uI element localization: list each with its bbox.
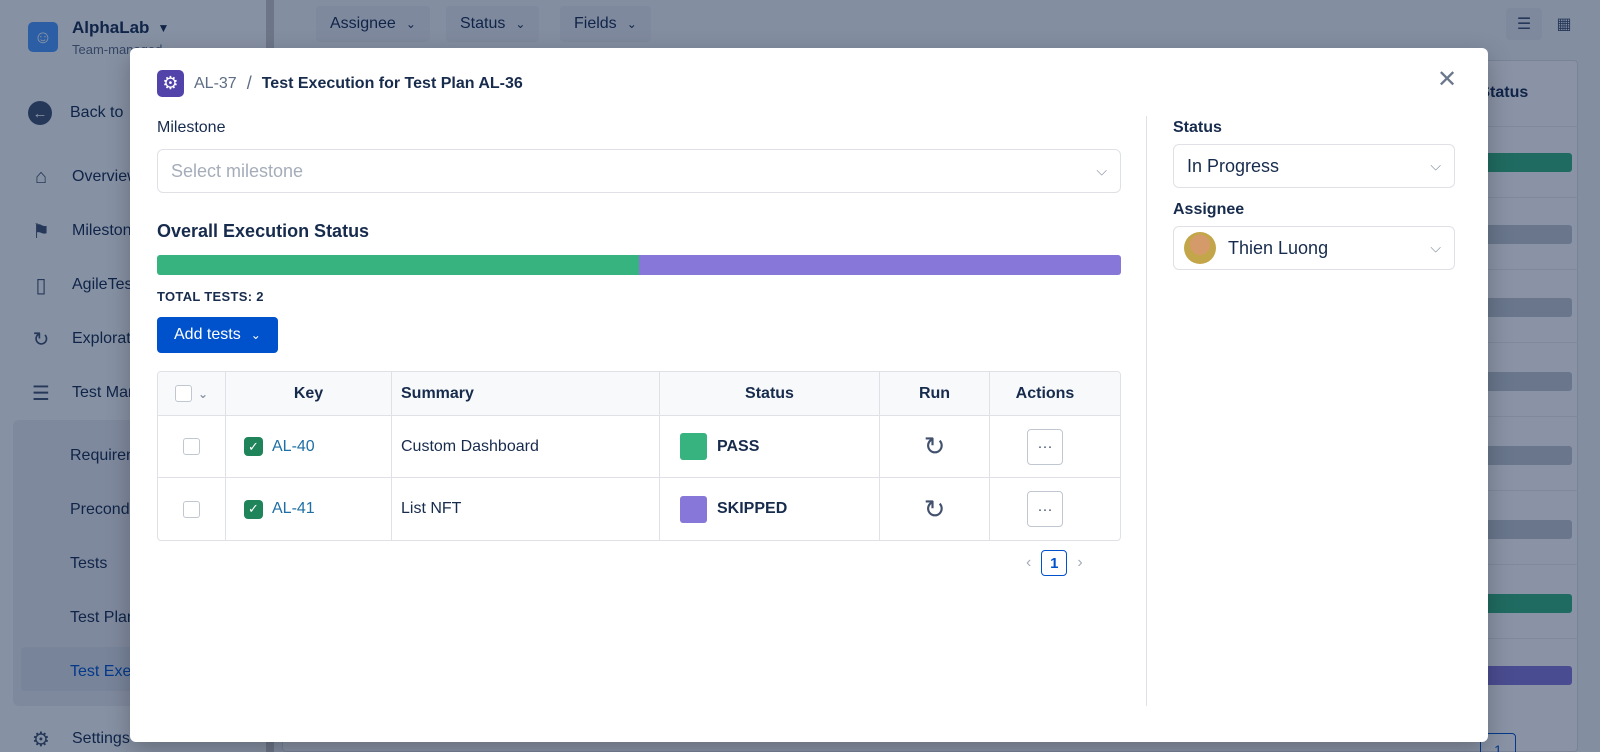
chevron-down-icon: ⌄ [250, 328, 261, 342]
chevron-down-icon: ⌵ [1430, 239, 1441, 256]
breadcrumb-separator: / [246, 73, 252, 93]
parent-issue-key[interactable]: AL-37 [194, 75, 237, 93]
milestone-label: Milestone [157, 119, 226, 136]
chevron-down-icon: ⌵ [1096, 162, 1107, 179]
status-swatch [680, 433, 707, 460]
current-page[interactable]: 1 [1041, 550, 1068, 576]
summary-cell: List NFT [392, 478, 660, 540]
actions-cell: ··· [990, 416, 1100, 477]
column-header-key[interactable]: Key [226, 372, 392, 415]
gear-icon: ⚙ [157, 70, 184, 97]
avatar [1184, 232, 1216, 264]
status-select[interactable]: In Progress ⌵ [1173, 144, 1455, 188]
more-actions-button[interactable]: ··· [1027, 428, 1063, 465]
issue-key-link[interactable]: AL-41 [272, 500, 315, 518]
run-cell: ↻ [880, 478, 990, 540]
add-tests-label: Add tests [174, 326, 241, 343]
execution-progress-bar [157, 255, 1121, 275]
key-cell: ✓ AL-41 [226, 478, 392, 540]
pagination: ‹ 1 › [1026, 550, 1083, 576]
progress-segment-pass [157, 255, 639, 275]
prev-page-icon[interactable]: ‹ [1026, 554, 1031, 572]
progress-segment-skipped [639, 255, 1121, 275]
milestone-select[interactable]: Select milestone ⌵ [157, 149, 1121, 193]
issue-key-link[interactable]: AL-40 [272, 438, 315, 456]
summary-cell: Custom Dashboard [392, 416, 660, 477]
status-cell[interactable]: SKIPPED [660, 478, 880, 540]
close-button[interactable]: ✕ [1434, 65, 1460, 93]
status-text: SKIPPED [717, 500, 788, 517]
add-tests-button[interactable]: Add tests ⌄ [157, 317, 278, 353]
column-header-run: Run [880, 372, 990, 415]
row-checkbox-cell [158, 478, 226, 540]
milestone-placeholder: Select milestone [171, 160, 304, 181]
row-checkbox-cell [158, 416, 226, 477]
column-header-actions: Actions [1015, 384, 1075, 402]
ellipsis-icon: ··· [1037, 438, 1053, 455]
ellipsis-icon: ··· [1037, 500, 1053, 518]
select-all-checkbox[interactable] [174, 385, 192, 402]
chevron-down-icon[interactable]: ⌄ [198, 387, 208, 401]
page-title: Test Execution for Test Plan AL-36 [261, 74, 523, 92]
column-header-summary[interactable]: Summary [392, 372, 660, 415]
chevron-down-icon: ⌵ [1430, 157, 1441, 174]
close-icon: ✕ [1436, 65, 1458, 93]
column-header-status[interactable]: Status [660, 372, 880, 415]
table-header-row: ⌄ Key Summary Status Run Actions [158, 372, 1120, 416]
assignee-label: Assignee [1173, 201, 1245, 218]
actions-cell: ··· [990, 478, 1100, 540]
total-tests: TOTAL TESTS: 2 [157, 289, 264, 304]
pane-divider [1146, 116, 1147, 706]
overall-status-title: Overall Execution Status [157, 221, 370, 241]
assignee-value: Thien Luong [1228, 237, 1329, 258]
test-issue-icon: ✓ [244, 499, 263, 519]
row-checkbox[interactable] [183, 438, 200, 455]
status-swatch [680, 495, 707, 523]
status-text: PASS [717, 437, 760, 455]
breadcrumb: ⚙ AL-37 / Test Execution for Test Plan A… [157, 70, 523, 97]
status-cell[interactable]: PASS [660, 416, 880, 477]
test-execution-modal: ⚙ AL-37 / Test Execution for Test Plan A… [130, 48, 1488, 742]
table-row: ✓ AL-40 Custom Dashboard PASS ↻ ··· [158, 416, 1120, 478]
key-cell: ✓ AL-40 [226, 416, 392, 477]
row-checkbox[interactable] [183, 500, 200, 518]
next-page-icon[interactable]: › [1077, 554, 1082, 572]
more-actions-button[interactable]: ··· [1027, 491, 1063, 527]
table-row: ✓ AL-41 List NFT SKIPPED ↻ ··· [158, 478, 1120, 540]
rerun-icon[interactable]: ↻ [924, 494, 946, 525]
tests-table: ⌄ Key Summary Status Run Actions ✓ AL-40… [157, 371, 1121, 541]
status-value: In Progress [1187, 155, 1280, 176]
rerun-icon[interactable]: ↻ [924, 431, 946, 462]
assignee-select[interactable]: Thien Luong ⌵ [1173, 226, 1455, 270]
run-cell: ↻ [880, 416, 990, 477]
test-issue-icon: ✓ [244, 437, 263, 456]
status-label: Status [1173, 119, 1222, 136]
select-all-cell: ⌄ [158, 372, 226, 415]
